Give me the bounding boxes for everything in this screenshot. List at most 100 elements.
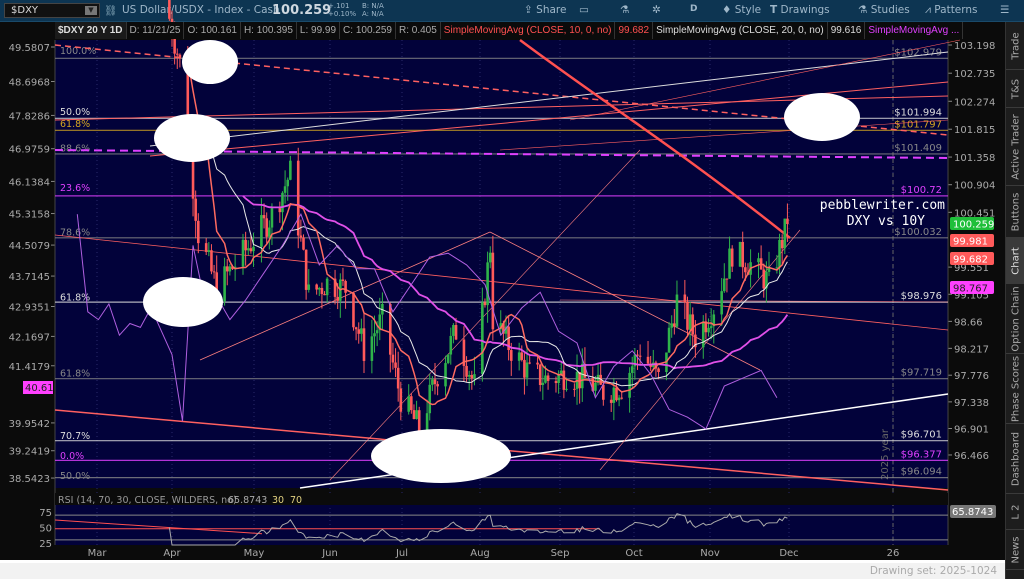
bar-high: H: 100.395	[241, 22, 297, 39]
candle-body	[615, 387, 618, 401]
candle-body	[454, 325, 458, 340]
candle-body	[446, 354, 450, 364]
candle-body	[744, 267, 747, 273]
candle-body	[223, 266, 226, 302]
side-tab-phase-scores[interactable]: Phase Scores	[1006, 354, 1024, 424]
x-tick-label: Jun	[321, 548, 338, 559]
rsi-oversold: 30	[272, 495, 284, 506]
fib-label: 61.8%	[60, 119, 90, 130]
side-tabs: Trade T&S Active Trader Buttons Chart Option …	[1005, 22, 1024, 579]
candle-body	[344, 281, 347, 293]
candle-body	[341, 279, 345, 282]
candle-body	[544, 375, 547, 383]
rsi-axis-label: 50	[39, 524, 52, 535]
side-tab-buttons[interactable]: Buttons	[1006, 186, 1024, 238]
left-axis-label: 49.5807	[9, 43, 50, 54]
price-level-label: $101.994	[894, 107, 942, 118]
candle-body	[197, 220, 200, 244]
sma10-label[interactable]: SimpleMovingAvg (CLOSE, 10, 0, no)	[441, 22, 616, 39]
candle-body	[268, 227, 271, 237]
side-tab-label: News	[1010, 535, 1021, 564]
candle-body	[241, 239, 245, 267]
candle-body	[373, 333, 376, 337]
price-badge-text: 99.981	[953, 237, 988, 248]
side-tab-l-2[interactable]: L 2	[1006, 494, 1024, 530]
candle-body	[252, 246, 255, 252]
side-tab-t-s[interactable]: T&S	[1006, 70, 1024, 108]
left-axis-label: 42.9351	[9, 303, 50, 314]
side-tab-chart[interactable]: Chart	[1006, 238, 1024, 284]
side-tab-active-trader[interactable]: Active Trader	[1006, 108, 1024, 186]
price-badge-text: 98.767	[953, 284, 988, 295]
highlight-ellipse	[371, 429, 511, 483]
side-tab-label: T&S	[1010, 78, 1021, 99]
candle-body	[509, 350, 513, 361]
highlight-ellipse	[784, 93, 860, 141]
candle-body	[594, 382, 597, 391]
side-tab-news[interactable]: News	[1006, 530, 1024, 570]
price-level-label: $100.72	[901, 185, 942, 196]
rsi-label: RSI (14, 70, 30, CLOSE, WILDERS, no)	[58, 495, 237, 506]
candle-body	[391, 354, 395, 363]
candle-body	[517, 352, 521, 361]
right-axis-label: 102.274	[954, 97, 995, 108]
left-axis-label: 44.5079	[9, 241, 50, 252]
candle-body	[228, 266, 232, 272]
highlight-ellipse	[154, 114, 230, 162]
candle-body	[428, 384, 432, 414]
candle-body	[778, 239, 781, 268]
candle-body	[620, 397, 624, 399]
candle-body	[675, 294, 679, 327]
rsi-badge-text: 65.8743	[952, 507, 993, 518]
candle-body	[767, 268, 771, 272]
side-tab-trade[interactable]: Trade	[1006, 22, 1024, 70]
candle-body	[580, 363, 584, 389]
candle-body	[730, 248, 734, 267]
candle-body	[436, 384, 439, 387]
candle-body	[417, 410, 421, 432]
candle-body	[483, 302, 487, 306]
year-label: 2025 year	[880, 428, 891, 480]
price-chart[interactable]: Mar Apr May Jun Jul Aug Sep Oct Nov Dec 26 2025 yea…	[0, 0, 1005, 560]
right-axis-label: 100.904	[954, 181, 995, 192]
side-tab-label: Option Chain	[1010, 285, 1021, 352]
candle-body	[265, 218, 268, 237]
x-tick-label: Apr	[163, 548, 181, 559]
side-tab-option-chain[interactable]: Option Chain	[1006, 284, 1024, 354]
candle-body	[465, 365, 468, 377]
candle-body	[173, 37, 176, 54]
candle-body	[602, 384, 605, 400]
right-axis-label: 102.735	[954, 69, 995, 80]
candle-body	[449, 335, 453, 355]
candle-body	[431, 379, 434, 385]
side-tab-label: Dashboard	[1010, 431, 1021, 486]
x-tick-label: Dec	[779, 548, 798, 559]
price-badge-text: 100.259	[953, 219, 994, 230]
candle-body	[491, 252, 495, 330]
candle-body	[562, 370, 566, 390]
candle-body	[212, 271, 216, 273]
right-axis-label: 96.466	[954, 451, 989, 462]
candle-body	[470, 374, 474, 379]
side-tab-dashboard[interactable]: Dashboard	[1006, 424, 1024, 494]
side-tab-label: Buttons	[1010, 192, 1021, 231]
price-level-label: $101.409	[894, 143, 942, 154]
left-axis-label: 42.1697	[9, 332, 50, 343]
candle-body	[415, 410, 418, 420]
bar-range: R: 0.405	[396, 22, 441, 39]
sma20-label[interactable]: SimpleMovingAvg (CLOSE, 20, 0, no)	[653, 22, 828, 39]
candle-body	[688, 314, 692, 330]
candle-body	[444, 363, 447, 387]
sma-long-label[interactable]: SimpleMovingAvg ...	[865, 22, 964, 39]
candle-body	[307, 284, 311, 290]
candle-body	[630, 366, 634, 373]
price-level-label: $97.719	[901, 368, 942, 379]
candle-body	[286, 179, 290, 187]
candle-body	[249, 248, 253, 252]
right-axis-label: 101.358	[954, 153, 995, 164]
candle-body	[283, 186, 287, 193]
left-axis-label: 38.5423	[9, 474, 50, 485]
x-tick-label: May	[244, 548, 265, 559]
candle-body	[278, 208, 282, 213]
drawing-set-label[interactable]: Drawing set: 2025-1024	[870, 565, 997, 577]
